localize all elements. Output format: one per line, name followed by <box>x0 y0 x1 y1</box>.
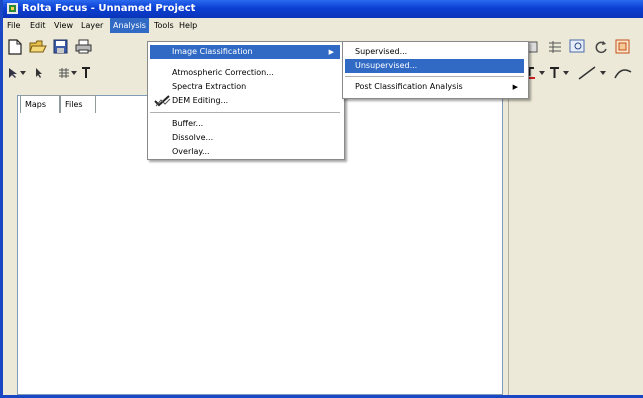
viewer-pane <box>508 95 643 395</box>
menu-file[interactable]: File <box>4 18 23 33</box>
new-document-icon[interactable] <box>8 39 22 55</box>
menu-edit[interactable]: Edit <box>27 18 49 33</box>
menu-item-overlay[interactable]: Overlay... <box>150 145 340 159</box>
title-bar[interactable]: Rolta Focus - Unnamed Project <box>3 0 643 18</box>
text-tool-icon[interactable] <box>81 66 91 79</box>
menu-separator <box>345 76 524 77</box>
menu-item-label: Unsupervised... <box>355 61 418 70</box>
open-folder-icon[interactable] <box>29 39 47 54</box>
menu-item-label: Post Classification Analysis <box>355 82 463 91</box>
menu-analysis[interactable]: Analysis <box>110 18 149 33</box>
menu-item-unsupervised[interactable]: Unsupervised... <box>345 59 524 73</box>
menu-item-buffer[interactable]: Buffer... <box>150 117 340 131</box>
analysis-menu: Image Classification ▶ Atmospheric Corre… <box>147 41 345 160</box>
text-style-icon[interactable] <box>549 66 561 80</box>
menu-item-post-classification-analysis[interactable]: Post Classification Analysis ▶ <box>345 80 524 94</box>
layout-icon[interactable] <box>615 39 631 54</box>
menu-item-dem-editing[interactable]: DEM Editing... <box>150 94 340 108</box>
tab-maps[interactable]: Maps <box>20 95 60 113</box>
refresh-icon[interactable] <box>593 39 609 54</box>
menu-bar: File Edit View Layer Analysis Tools Help <box>3 18 643 33</box>
menu-item-dissolve[interactable]: Dissolve... <box>150 131 340 145</box>
menu-item-label: Spectra Extraction <box>172 82 247 91</box>
dropdown-arrow-icon[interactable] <box>20 70 26 76</box>
grid-icon[interactable] <box>547 40 563 54</box>
menu-item-label: Supervised... <box>355 47 408 56</box>
menu-item-label: Atmospheric Correction... <box>172 68 274 77</box>
menu-item-label: Dissolve... <box>172 133 214 142</box>
menu-layer[interactable]: Layer <box>78 18 106 33</box>
zoom-icon[interactable] <box>569 39 586 54</box>
menu-item-label: Image Classification <box>172 47 253 56</box>
dropdown-arrow-icon[interactable] <box>71 70 77 76</box>
window-title: Rolta Focus - Unnamed Project <box>22 3 196 14</box>
menu-item-label: DEM Editing... <box>172 96 229 105</box>
print-icon[interactable] <box>75 39 92 54</box>
menu-item-atmospheric-correction[interactable]: Atmospheric Correction... <box>150 66 340 80</box>
submenu-arrow-icon: ▶ <box>328 48 334 56</box>
menu-item-label: Overlay... <box>172 147 210 156</box>
pointer-icon[interactable] <box>33 67 45 79</box>
dem-editing-icon <box>154 95 171 107</box>
image-classification-submenu: Supervised... Unsupervised... Post Class… <box>342 41 529 99</box>
menu-item-image-classification[interactable]: Image Classification ▶ <box>150 45 340 59</box>
menu-item-spectra-extraction[interactable]: Spectra Extraction <box>150 80 340 94</box>
submenu-arrow-icon: ▶ <box>512 83 518 91</box>
menu-item-label: Buffer... <box>172 119 204 128</box>
menu-help[interactable]: Help <box>176 18 200 33</box>
menu-view[interactable]: View <box>51 18 76 33</box>
dropdown-arrow-icon[interactable] <box>539 70 545 76</box>
menu-item-supervised[interactable]: Supervised... <box>345 45 524 59</box>
curve-tool-icon[interactable] <box>613 66 633 80</box>
menu-tools[interactable]: Tools <box>151 18 177 33</box>
tab-files[interactable]: Files <box>60 95 96 113</box>
dropdown-arrow-icon[interactable] <box>563 70 569 76</box>
dropdown-arrow-icon[interactable] <box>600 70 606 76</box>
save-icon[interactable] <box>53 39 68 54</box>
table-icon[interactable] <box>58 67 70 79</box>
app-icon <box>7 3 18 14</box>
select-arrow-icon[interactable] <box>7 67 19 79</box>
line-tool-icon[interactable] <box>577 65 597 81</box>
menu-separator <box>150 112 340 113</box>
app-window: Rolta Focus - Unnamed Project File Edit … <box>0 0 643 398</box>
